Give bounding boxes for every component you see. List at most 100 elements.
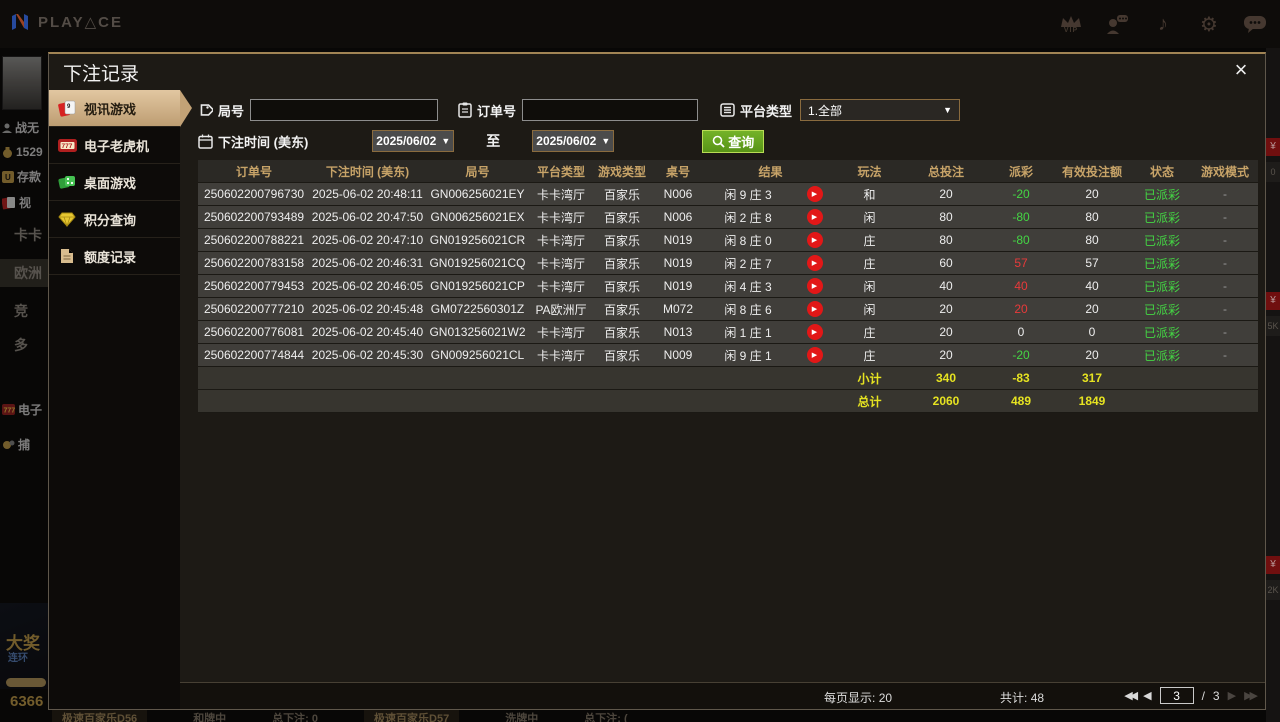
chat-icon[interactable]: [1240, 10, 1270, 38]
play-video-icon[interactable]: ▶: [807, 347, 823, 363]
sidebar-item-0[interactable]: 9视讯游戏: [49, 90, 180, 127]
date-from-picker[interactable]: 2025/06/02 ▼: [372, 130, 454, 152]
cell-round: GN009256021CL: [425, 344, 530, 366]
price-tag-fragment: ¥: [1266, 138, 1280, 156]
modal-title: 下注记录: [63, 59, 139, 86]
close-icon[interactable]: ×: [1229, 57, 1253, 83]
cell-order: 250602200774844: [198, 344, 310, 366]
cell-total_bet: 40: [902, 275, 990, 297]
cell-status: 已派彩: [1132, 344, 1192, 366]
chevron-down-icon: ▼: [601, 136, 610, 146]
platform-select[interactable]: 1.全部 ▼: [800, 99, 960, 121]
background-left-column: 战无 1529 U存款 视 卡卡 欧洲 竞 多 777电子 捕 大奖 连环 63…: [0, 48, 48, 722]
cell-status: 已派彩: [1132, 229, 1192, 251]
background-deposit: 存款: [17, 168, 41, 185]
play-video-icon[interactable]: ▶: [807, 255, 823, 271]
cell-game_type: 百家乐: [592, 252, 652, 274]
sidebar-item-2[interactable]: 桌面游戏: [49, 164, 180, 201]
play-video-icon[interactable]: ▶: [807, 324, 823, 340]
cell-time: 2025-06-02 20:46:05: [310, 275, 425, 297]
cell-platform: 卡卡湾厅: [530, 183, 592, 205]
sidebar-item-4[interactable]: 额度记录: [49, 238, 180, 275]
cell-table_no: N019: [652, 252, 704, 274]
platform-selected-value: 1.全部: [808, 102, 842, 119]
header-time: 下注时间 (美东): [310, 160, 425, 182]
cell-result: 闲 9 庄 1: [704, 344, 792, 366]
background-balance: 1529: [16, 145, 43, 159]
play-video-icon[interactable]: ▶: [807, 209, 823, 225]
play-video-icon[interactable]: ▶: [807, 278, 823, 294]
cell-time: 2025-06-02 20:45:30: [310, 344, 425, 366]
table-row: 2506022007772102025-06-02 20:45:48GM0722…: [198, 298, 1258, 321]
cell-replay: ▶: [792, 229, 837, 251]
dice-icon: [57, 172, 77, 192]
last-page-icon[interactable]: ▶▶: [1244, 689, 1255, 702]
time-label: 下注时间 (美东): [218, 132, 308, 151]
cell-status: 已派彩: [1132, 275, 1192, 297]
total-valid-bet: 1849: [1052, 390, 1132, 412]
vip-icon[interactable]: VIP: [1056, 10, 1086, 38]
cell-result: 闲 8 庄 6: [704, 298, 792, 320]
cell-payout: -20: [990, 344, 1052, 366]
play-video-icon[interactable]: ▶: [807, 186, 823, 202]
play-video-icon[interactable]: ▶: [807, 301, 823, 317]
next-page-icon[interactable]: ▶: [1228, 689, 1236, 702]
sidebar-item-label: 电子老虎机: [84, 136, 149, 155]
background-table-fragment: 和牌中: [193, 710, 226, 722]
play-video-icon[interactable]: ▶: [807, 232, 823, 248]
background-number: 6366: [10, 693, 48, 710]
banner-line2: 连环: [8, 649, 28, 664]
music-icon[interactable]: ♪: [1148, 10, 1178, 38]
cell-time: 2025-06-02 20:47:50: [310, 206, 425, 228]
cell-mode: -: [1192, 275, 1258, 297]
price-tag-fragment: ¥: [1266, 292, 1280, 310]
cell-play: 闲: [837, 275, 902, 297]
cell-status: 已派彩: [1132, 321, 1192, 343]
cell-total_bet: 80: [902, 206, 990, 228]
page-input[interactable]: [1160, 687, 1194, 704]
sidebar-item-label: 视讯游戏: [84, 99, 136, 118]
table-row: 2506022007760812025-06-02 20:45:40GN0132…: [198, 321, 1258, 344]
cell-result: 闲 8 庄 0: [704, 229, 792, 251]
bet-records-table: 订单号 下注时间 (美东) 局号 平台类型 游戏类型 桌号 结果 玩法 总投注 …: [198, 160, 1258, 413]
cell-order: 250602200776081: [198, 321, 310, 343]
cell-play: 庄: [837, 229, 902, 251]
cell-valid_bet: 40: [1052, 275, 1132, 297]
cell-valid_bet: 80: [1052, 229, 1132, 251]
subtotal-row: 小计 340 -83 317: [198, 367, 1258, 390]
background-username: 战无: [15, 119, 39, 136]
cell-mode: -: [1192, 344, 1258, 366]
cell-table_no: N019: [652, 229, 704, 251]
date-from-value: 2025/06/02: [376, 134, 436, 148]
cell-payout: 0: [990, 321, 1052, 343]
cell-game_type: 百家乐: [592, 298, 652, 320]
cell-replay: ▶: [792, 183, 837, 205]
header-total-bet: 总投注: [902, 160, 990, 182]
moneybag-icon: [2, 147, 13, 158]
cell-total_bet: 20: [902, 321, 990, 343]
order-input[interactable]: [522, 99, 698, 121]
date-to-value: 2025/06/02: [536, 134, 596, 148]
cell-order: 250602200796730: [198, 183, 310, 205]
svg-text:U: U: [5, 173, 11, 182]
to-label: 至: [486, 131, 500, 151]
settings-icon[interactable]: ⚙: [1194, 10, 1224, 38]
support-icon[interactable]: [1102, 10, 1132, 38]
prev-page-icon[interactable]: ◀: [1143, 689, 1151, 702]
date-to-picker[interactable]: 2025/06/02 ▼: [532, 130, 614, 152]
first-page-icon[interactable]: ◀◀: [1124, 689, 1135, 702]
search-button[interactable]: 查询: [702, 130, 764, 153]
sidebar-item-1[interactable]: 777电子老虎机: [49, 127, 180, 164]
round-input[interactable]: [250, 99, 438, 121]
cell-time: 2025-06-02 20:46:31: [310, 252, 425, 274]
cell-round: GN019256021CP: [425, 275, 530, 297]
cell-order: 250602200777210: [198, 298, 310, 320]
cell-platform: 卡卡湾厅: [530, 206, 592, 228]
table-row: 2506022007967302025-06-02 20:48:11GN0062…: [198, 183, 1258, 206]
order-label-wrap: 订单号: [458, 101, 516, 120]
sidebar-item-3[interactable]: 积分查询: [49, 201, 180, 238]
cell-valid_bet: 20: [1052, 298, 1132, 320]
modal-main: 局号 订单号 平台类型 1.全部 ▼: [180, 90, 1265, 709]
tag-icon: [198, 103, 213, 118]
subtotal-valid-bet: 317: [1052, 367, 1132, 389]
